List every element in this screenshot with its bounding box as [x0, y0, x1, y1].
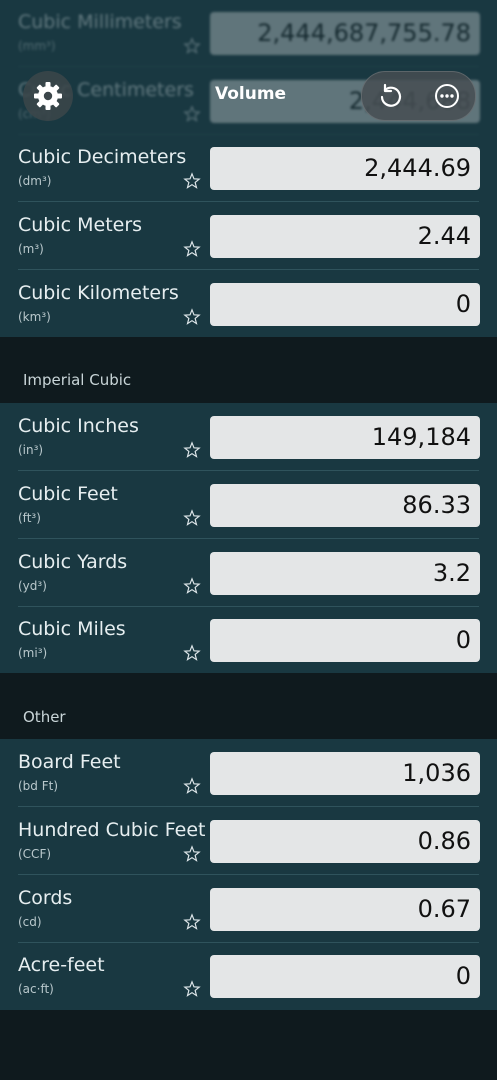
unit-label: Cubic Inches: [18, 415, 139, 437]
unit-label: Cubic Yards: [18, 551, 128, 573]
star-icon[interactable]: [183, 644, 201, 662]
gear-icon: [34, 82, 62, 110]
page-bottom: [0, 1010, 497, 1080]
more-icon: [435, 84, 459, 108]
unit-symbol: (m³): [18, 242, 44, 256]
unit-label: Cubic Millimeters: [18, 11, 182, 33]
undo-button[interactable]: [362, 72, 418, 120]
star-icon[interactable]: [183, 509, 201, 527]
unit-symbol: (in³): [18, 443, 44, 457]
unit-label: Cubic Decimeters: [18, 146, 187, 168]
unit-label: Acre-feet: [18, 954, 105, 976]
row-cubic-yards[interactable]: Cubic Yards (yd³) 3.2: [0, 539, 497, 607]
section-other: Board Feet (bd Ft) 1,036 Hundred Cubic F…: [0, 739, 497, 1010]
unit-label: Cubic Miles: [18, 618, 126, 640]
value-field[interactable]: 0: [210, 955, 480, 998]
star-icon[interactable]: [183, 240, 201, 258]
row-acre-feet[interactable]: Acre-feet (ac·ft) 0: [0, 942, 497, 1010]
section-header-other: Other: [0, 673, 497, 739]
star-icon[interactable]: [183, 845, 201, 863]
more-button[interactable]: [419, 72, 475, 120]
star-icon[interactable]: [183, 980, 201, 998]
row-cubic-millimeters[interactable]: Cubic Millimeters (mm³) 2,444,687,755.78: [0, 0, 497, 67]
row-board-feet[interactable]: Board Feet (bd Ft) 1,036: [0, 739, 497, 807]
unit-symbol: (km³): [18, 310, 51, 324]
unit-label: Cords: [18, 887, 73, 909]
unit-symbol: (CCF): [18, 847, 52, 861]
value-field[interactable]: 2.44: [210, 215, 480, 258]
header-actions: [361, 71, 476, 121]
star-icon[interactable]: [183, 172, 201, 190]
row-cubic-decimeters[interactable]: Cubic Decimeters (dm³) 2,444.69: [0, 134, 497, 202]
value-field[interactable]: 0.67: [210, 888, 480, 931]
star-icon[interactable]: [183, 777, 201, 795]
row-cubic-kilometers[interactable]: Cubic Kilometers (km³) 0: [0, 270, 497, 338]
section-title: Other: [23, 708, 66, 726]
unit-label: Board Feet: [18, 751, 121, 773]
section-title: Imperial Cubic: [23, 371, 132, 389]
star-icon[interactable]: [183, 105, 201, 123]
unit-symbol: (dm³): [18, 174, 52, 188]
row-cords[interactable]: Cords (cd) 0.67: [0, 875, 497, 943]
row-cubic-inches[interactable]: Cubic Inches (in³) 149,184: [0, 403, 497, 471]
value-field[interactable]: 149,184: [210, 416, 480, 459]
section-header-imperial: Imperial Cubic: [0, 337, 497, 403]
unit-symbol: (mi³): [18, 646, 48, 660]
star-icon[interactable]: [183, 37, 201, 55]
star-icon[interactable]: [183, 441, 201, 459]
value-field[interactable]: 2,444,687,755.78: [210, 12, 480, 55]
settings-button[interactable]: [23, 71, 73, 121]
unit-symbol: (yd³): [18, 579, 47, 593]
converter-page: Cubic Millimeters (mm³) 2,444,687,755.78…: [0, 0, 497, 1080]
value-field[interactable]: 0.86: [210, 820, 480, 863]
value-field[interactable]: 1,036: [210, 752, 480, 795]
row-hundred-cubic-feet[interactable]: Hundred Cubic Feet (CCF) 0.86: [0, 807, 497, 875]
value-field[interactable]: 86.33: [210, 484, 480, 527]
value-field[interactable]: 0: [210, 619, 480, 662]
star-icon[interactable]: [183, 577, 201, 595]
unit-label: Cubic Kilometers: [18, 282, 179, 304]
row-cubic-meters[interactable]: Cubic Meters (m³) 2.44: [0, 202, 497, 270]
unit-symbol: (ac·ft): [18, 982, 54, 996]
section-imperial: Cubic Inches (in³) 149,184 Cubic Feet (f…: [0, 403, 497, 673]
undo-icon: [380, 83, 402, 107]
unit-label: Cubic Meters: [18, 214, 143, 236]
star-icon[interactable]: [183, 913, 201, 931]
row-cubic-feet[interactable]: Cubic Feet (ft³) 86.33: [0, 471, 497, 539]
unit-symbol: (ft³): [18, 511, 41, 525]
unit-symbol: (cd): [18, 915, 42, 929]
value-field[interactable]: 2,444.69: [210, 147, 480, 190]
section-metric: Cubic Millimeters (mm³) 2,444,687,755.78…: [0, 0, 497, 337]
page-title: Volume: [215, 84, 287, 104]
unit-symbol: (mm³): [18, 39, 56, 53]
value-field[interactable]: 3.2: [210, 552, 480, 595]
row-cubic-miles[interactable]: Cubic Miles (mi³) 0: [0, 606, 497, 674]
value-field[interactable]: 0: [210, 283, 480, 326]
unit-label: Cubic Feet: [18, 483, 118, 505]
unit-label: Hundred Cubic Feet: [18, 819, 206, 841]
star-icon[interactable]: [183, 308, 201, 326]
unit-symbol: (bd Ft): [18, 779, 59, 793]
